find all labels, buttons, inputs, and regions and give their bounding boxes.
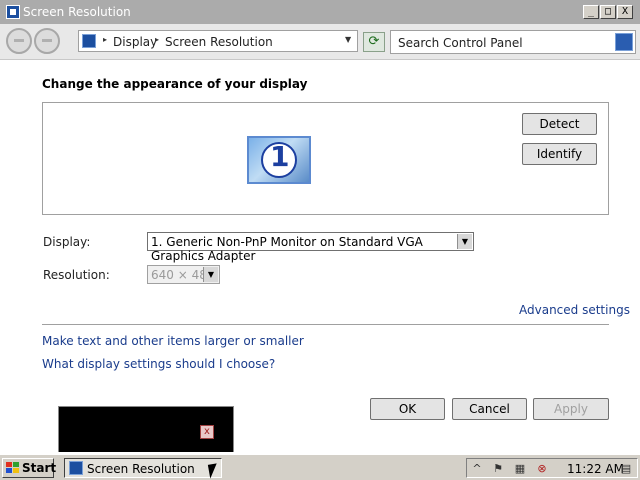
taskbar: Start Screen Resolution ^ ⚑ ▦ ⊗ 11:22 AM… [0, 454, 640, 480]
start-label: Start [22, 461, 57, 475]
display-select-value: 1. Generic Non-PnP Monitor on Standard V… [151, 235, 423, 263]
volume-muted-icon[interactable]: ⊗ [535, 462, 549, 476]
minimize-button[interactable]: _ [583, 5, 599, 19]
resolution-label: Resolution: [43, 268, 110, 282]
back-button[interactable] [6, 28, 32, 54]
clock[interactable]: 11:22 AM [567, 462, 624, 476]
breadcrumb[interactable]: ▸ Display ▸ Screen Resolution ▼ [78, 30, 358, 52]
identify-button[interactable]: Identify [522, 143, 597, 165]
page-title: Change the appearance of your display [42, 77, 308, 91]
control-panel-icon [69, 461, 83, 475]
refresh-icon: ⟳ [368, 34, 380, 49]
window-title: Screen Resolution [23, 5, 131, 19]
breadcrumb-display[interactable]: Display [113, 35, 157, 49]
text-size-link[interactable]: Make text and other items larger or smal… [42, 334, 304, 348]
display-help-link[interactable]: What display settings should I choose? [42, 357, 275, 371]
title-bar: Screen Resolution _ □ X [0, 0, 640, 24]
divider [42, 324, 609, 325]
display-select[interactable]: 1. Generic Non-PnP Monitor on Standard V… [147, 232, 474, 263]
apply-button[interactable]: Apply [533, 398, 609, 420]
keyboard-icon[interactable]: ▤ [619, 462, 633, 476]
search-input[interactable]: Search Control Panel [398, 36, 523, 50]
address-bar: ▸ Display ▸ Screen Resolution ▼ ⟳ Search… [0, 24, 640, 60]
flag-icon[interactable]: ⚑ [491, 462, 505, 476]
ok-button[interactable]: OK [370, 398, 445, 420]
advanced-settings-link[interactable]: Advanced settings [519, 303, 630, 317]
windows-logo-icon [6, 462, 20, 474]
maximize-button[interactable]: □ [600, 5, 616, 19]
chevron-down-icon[interactable]: ▼ [345, 35, 351, 44]
close-icon[interactable]: x [200, 425, 214, 439]
chevron-down-icon[interactable]: ▼ [457, 234, 472, 249]
breadcrumb-screen-resolution[interactable]: Screen Resolution [165, 35, 273, 49]
monitor-icon[interactable]: 1 [247, 136, 311, 184]
control-panel-icon [6, 5, 20, 19]
chevron-up-icon[interactable]: ^ [470, 462, 484, 476]
system-tray: ^ ⚑ ▦ ⊗ 11:22 AM ▤ [466, 458, 638, 478]
start-button[interactable]: Start [2, 458, 57, 478]
refresh-button[interactable]: ⟳ [363, 32, 385, 52]
cancel-button[interactable]: Cancel [452, 398, 527, 420]
chevron-down-icon[interactable]: ▼ [203, 267, 218, 282]
chevron-right-icon[interactable]: ▸ [103, 35, 107, 44]
close-button[interactable]: X [617, 5, 633, 19]
search-icon[interactable] [615, 33, 633, 51]
network-icon[interactable]: ▦ [513, 462, 527, 476]
taskbar-item-label: Screen Resolution [87, 462, 195, 476]
resolution-select[interactable]: 640 × 480 ▼ [147, 265, 220, 284]
monitor-number: 1 [270, 140, 290, 173]
chevron-right-icon[interactable]: ▸ [155, 35, 159, 44]
control-panel-icon [82, 34, 96, 48]
forward-button[interactable] [34, 28, 60, 54]
search-box[interactable]: Search Control Panel [390, 30, 636, 54]
taskbar-thumbnail-preview[interactable]: x [58, 406, 234, 452]
detect-button[interactable]: Detect [522, 113, 597, 135]
display-label: Display: [43, 235, 91, 249]
taskbar-item-screen-resolution[interactable]: Screen Resolution [64, 458, 222, 478]
